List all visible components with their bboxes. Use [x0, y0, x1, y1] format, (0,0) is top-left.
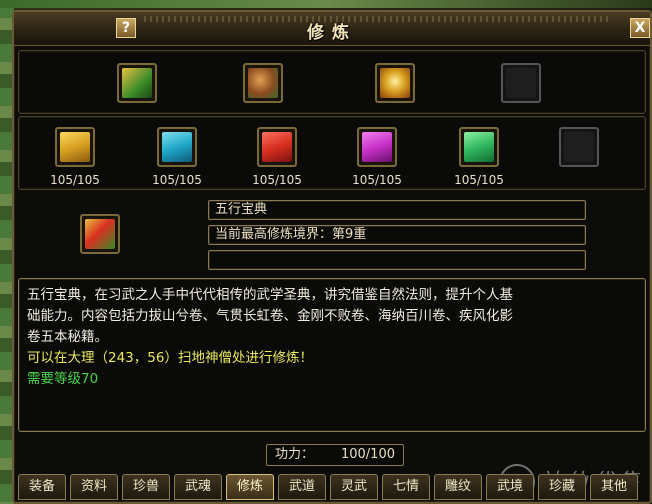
tab-martial-realm[interactable]: 武境 — [486, 474, 534, 500]
yellow-book-icon — [60, 132, 90, 162]
book-slot-yellow[interactable] — [55, 127, 95, 167]
power-display: 功力： 100/100 — [266, 444, 404, 466]
selected-item-name: 五行宝典 — [208, 200, 586, 220]
selected-item-slot[interactable] — [80, 214, 120, 254]
golden-chest-icon — [380, 68, 410, 98]
item-slot-empty[interactable] — [501, 63, 541, 103]
description-panel: 五行宝典，在习武之人手中代代相传的武学圣典，讲究借鉴自然法则，提升个人基 础能力… — [18, 278, 646, 432]
tab-cultivation[interactable]: 修炼 — [226, 474, 274, 500]
power-label: 功力： — [275, 447, 315, 462]
book-count: 105/105 — [152, 173, 202, 187]
background-top-strip — [0, 0, 652, 8]
book-count: 105/105 — [252, 173, 302, 187]
description-line: 础能力。内容包括力拔山兮卷、气贯长虹卷、金刚不败卷、海纳百川卷、疾风化影 — [27, 308, 513, 324]
empty-slot-icon — [506, 68, 536, 98]
book-count: 105/105 — [352, 173, 402, 187]
tab-martial-soul[interactable]: 武魂 — [174, 474, 222, 500]
cyan-book-icon — [162, 132, 192, 162]
window-title: 修炼 — [307, 23, 357, 43]
tab-other[interactable]: 其他 — [590, 474, 638, 500]
selected-item-realm: 当前最高修炼境界：第9重 — [208, 225, 586, 245]
tab-engravings[interactable]: 雕纹 — [434, 474, 482, 500]
description-line: 五行宝典，在习武之人手中代代相传的武学圣典，讲究借鉴自然法则，提升个人基 — [27, 287, 513, 303]
tab-profile[interactable]: 资料 — [70, 474, 118, 500]
tab-pets[interactable]: 珍兽 — [122, 474, 170, 500]
book-slot-red[interactable] — [257, 127, 297, 167]
empty-slot-icon — [564, 132, 594, 162]
books-panel: 105/105 105/105 105/105 105/105 105/105 — [18, 116, 646, 190]
level-requirement: 需要等级70 — [27, 371, 99, 387]
title-bar[interactable]: ? 修炼 X — [14, 12, 650, 46]
book-slot-purple[interactable] — [357, 127, 397, 167]
training-location: 可以在大理（243，56）扫地神僧处进行修炼！ — [27, 350, 313, 366]
power-value: 100/100 — [340, 447, 395, 462]
green-book-icon — [464, 132, 494, 162]
tab-bar: 装备 资料 珍兽 武魂 修炼 武道 灵武 七情 雕纹 武境 珍藏 其他 — [16, 474, 650, 502]
item-slot-golden-chest[interactable] — [375, 63, 415, 103]
top-items-panel — [18, 50, 646, 114]
red-book-icon — [262, 132, 292, 162]
tab-spirit-weapon[interactable]: 灵武 — [330, 474, 378, 500]
item-slot-scroll-book[interactable] — [117, 63, 157, 103]
close-button[interactable]: X — [630, 18, 650, 38]
purple-book-icon — [362, 132, 392, 162]
tab-emotions[interactable]: 七情 — [382, 474, 430, 500]
cultivation-window: ? 修炼 X 105/105 105/105 105/105 105/105 1… — [12, 10, 652, 504]
item-slot-treasure-drum[interactable] — [243, 63, 283, 103]
selected-item-extra — [208, 250, 586, 270]
book-slot-cyan[interactable] — [157, 127, 197, 167]
description-line: 卷五本秘籍。 — [27, 329, 108, 345]
book-count: 105/105 — [50, 173, 100, 187]
scroll-book-icon — [122, 68, 152, 98]
tab-martial-path[interactable]: 武道 — [278, 474, 326, 500]
scroll-book-icon — [85, 219, 115, 249]
book-count: 105/105 — [454, 173, 504, 187]
book-slot-empty[interactable] — [559, 127, 599, 167]
tab-equipment[interactable]: 装备 — [18, 474, 66, 500]
treasure-drum-icon — [248, 68, 278, 98]
tab-collection[interactable]: 珍藏 — [538, 474, 586, 500]
book-slot-green[interactable] — [459, 127, 499, 167]
